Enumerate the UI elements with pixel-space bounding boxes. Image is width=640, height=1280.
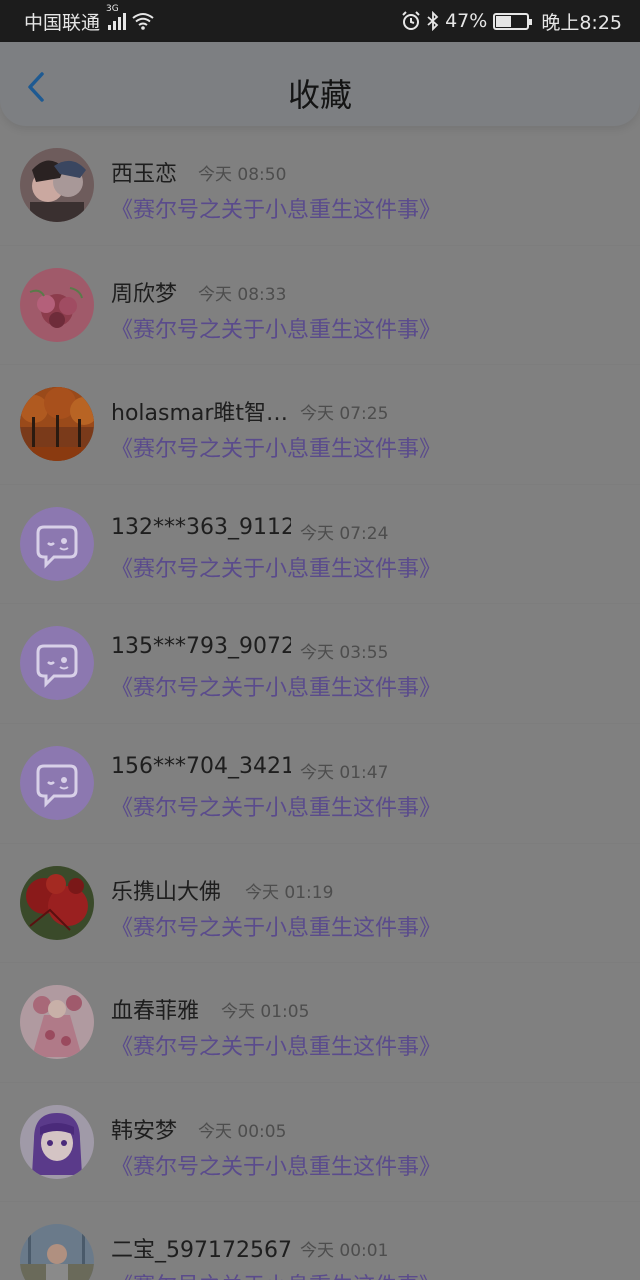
list-item[interactable]: 二宝_5971725676… 今天 00:01 《赛尔号之关于小息重生这件事》 bbox=[0, 1202, 640, 1280]
favorite-time: 今天 01:19 bbox=[245, 882, 334, 903]
wifi-icon bbox=[132, 13, 154, 30]
list-item[interactable]: 血春菲雅 今天 01:05 《赛尔号之关于小息重生这件事》 bbox=[0, 963, 640, 1083]
clock-time: 晚上8:25 bbox=[541, 11, 622, 34]
favorite-time: 今天 01:47 bbox=[300, 762, 389, 783]
favorite-time: 今天 01:05 bbox=[221, 1002, 310, 1023]
favorite-time: 今天 00:01 bbox=[300, 1241, 389, 1262]
favorite-user-name: 156***704_34212… bbox=[111, 753, 291, 779]
favorite-time: 今天 07:24 bbox=[300, 523, 389, 544]
status-bar: 中国联通 3G 47% 晚上8:25 bbox=[0, 0, 640, 42]
cellular-signal-icon: 3G bbox=[106, 4, 127, 30]
favorite-title-link[interactable]: 《赛尔号之关于小息重生这件事》 bbox=[111, 910, 441, 942]
list-item[interactable]: 156***704_34212… 今天 01:47 《赛尔号之关于小息重生这件事… bbox=[0, 724, 640, 844]
favorite-title-link[interactable]: 《赛尔号之关于小息重生这件事》 bbox=[111, 312, 441, 344]
carrier-label: 中国联通 bbox=[24, 11, 101, 34]
favorite-title-link[interactable]: 《赛尔号之关于小息重生这件事》 bbox=[111, 670, 441, 702]
favorite-title-link[interactable]: 《赛尔号之关于小息重生这件事》 bbox=[111, 551, 441, 583]
status-right: 47% 晚上8:25 bbox=[401, 8, 622, 35]
red-maple-avatar[interactable] bbox=[20, 865, 94, 940]
favorite-user-name: 135***793_90721… bbox=[111, 634, 291, 660]
default-chat-avatar[interactable] bbox=[20, 745, 94, 820]
favorite-title-link[interactable]: 《赛尔号之关于小息重生这件事》 bbox=[111, 1149, 441, 1181]
list-item[interactable]: 135***793_90721… 今天 03:55 《赛尔号之关于小息重生这件事… bbox=[0, 604, 640, 724]
favorite-user-name: 二宝_5971725676… bbox=[111, 1238, 291, 1264]
favorite-time: 今天 00:05 bbox=[198, 1121, 287, 1142]
alarm-clock-icon bbox=[402, 11, 420, 30]
favorite-title-link[interactable]: 《赛尔号之关于小息重生这件事》 bbox=[111, 1268, 441, 1280]
favorite-time: 今天 08:50 bbox=[198, 165, 287, 185]
list-item[interactable]: 乐携山大佛 今天 01:19 《赛尔号之关于小息重生这件事》 bbox=[0, 844, 640, 964]
default-chat-avatar[interactable] bbox=[20, 626, 94, 701]
favorite-user-name: 132***363_911293… bbox=[111, 514, 291, 540]
favorite-title-link[interactable]: 《赛尔号之关于小息重生这件事》 bbox=[111, 431, 441, 463]
favorite-time: 今天 08:33 bbox=[198, 284, 287, 305]
status-left: 中国联通 3G bbox=[24, 4, 401, 35]
list-item[interactable]: holasmar雎t智… 今天 07:25 《赛尔号之关于小息重生这件事》 bbox=[0, 365, 640, 485]
battery-icon bbox=[493, 12, 533, 30]
page-title: 收藏 bbox=[287, 76, 352, 114]
favorite-time: 今天 07:25 bbox=[300, 404, 389, 425]
favorite-user-name: 西玉恋 bbox=[111, 162, 178, 187]
list-item[interactable]: 韩安梦 今天 00:05 《赛尔号之关于小息重生这件事》 bbox=[0, 1083, 640, 1203]
favorite-title-link[interactable]: 《赛尔号之关于小息重生这件事》 bbox=[111, 1029, 441, 1061]
pink-dress-avatar[interactable] bbox=[20, 985, 94, 1060]
anime-couple-avatar[interactable] bbox=[20, 148, 94, 222]
favorite-user-name: 周欣梦 bbox=[111, 281, 178, 307]
favorite-user-name: 血春菲雅 bbox=[111, 999, 200, 1025]
list-item[interactable]: 132***363_911293… 今天 07:24 《赛尔号之关于小息重生这件… bbox=[0, 485, 640, 605]
purple-anime-girl-avatar[interactable] bbox=[20, 1104, 94, 1179]
favorite-user-name: 乐携山大佛 bbox=[111, 879, 222, 905]
network-type-label: 3G bbox=[106, 4, 119, 14]
pink-flower-avatar[interactable] bbox=[20, 267, 94, 342]
favorite-title-link[interactable]: 《赛尔号之关于小息重生这件事》 bbox=[111, 790, 441, 822]
list-item[interactable]: 西玉恋 今天 08:50 《赛尔号之关于小息重生这件事》 bbox=[0, 126, 640, 246]
navigation-bar: 收藏 bbox=[0, 42, 640, 126]
default-chat-avatar[interactable] bbox=[20, 506, 94, 581]
autumn-forest-avatar[interactable] bbox=[20, 387, 94, 462]
favorites-list: 西玉恋 今天 08:50 《赛尔号之关于小息重生这件事》 周欣梦 今天 08:3… bbox=[0, 126, 640, 1280]
photo-person-avatar[interactable] bbox=[20, 1224, 94, 1280]
list-item[interactable]: 周欣梦 今天 08:33 《赛尔号之关于小息重生这件事》 bbox=[0, 246, 640, 366]
favorite-title-link[interactable]: 《赛尔号之关于小息重生这件事》 bbox=[111, 192, 441, 224]
favorite-time: 今天 03:55 bbox=[300, 643, 389, 664]
favorite-user-name: 韩安梦 bbox=[111, 1118, 178, 1144]
bluetooth-icon bbox=[427, 11, 439, 31]
favorite-user-name: holasmar雎t智… bbox=[111, 401, 289, 427]
battery-percent: 47% bbox=[445, 10, 488, 32]
